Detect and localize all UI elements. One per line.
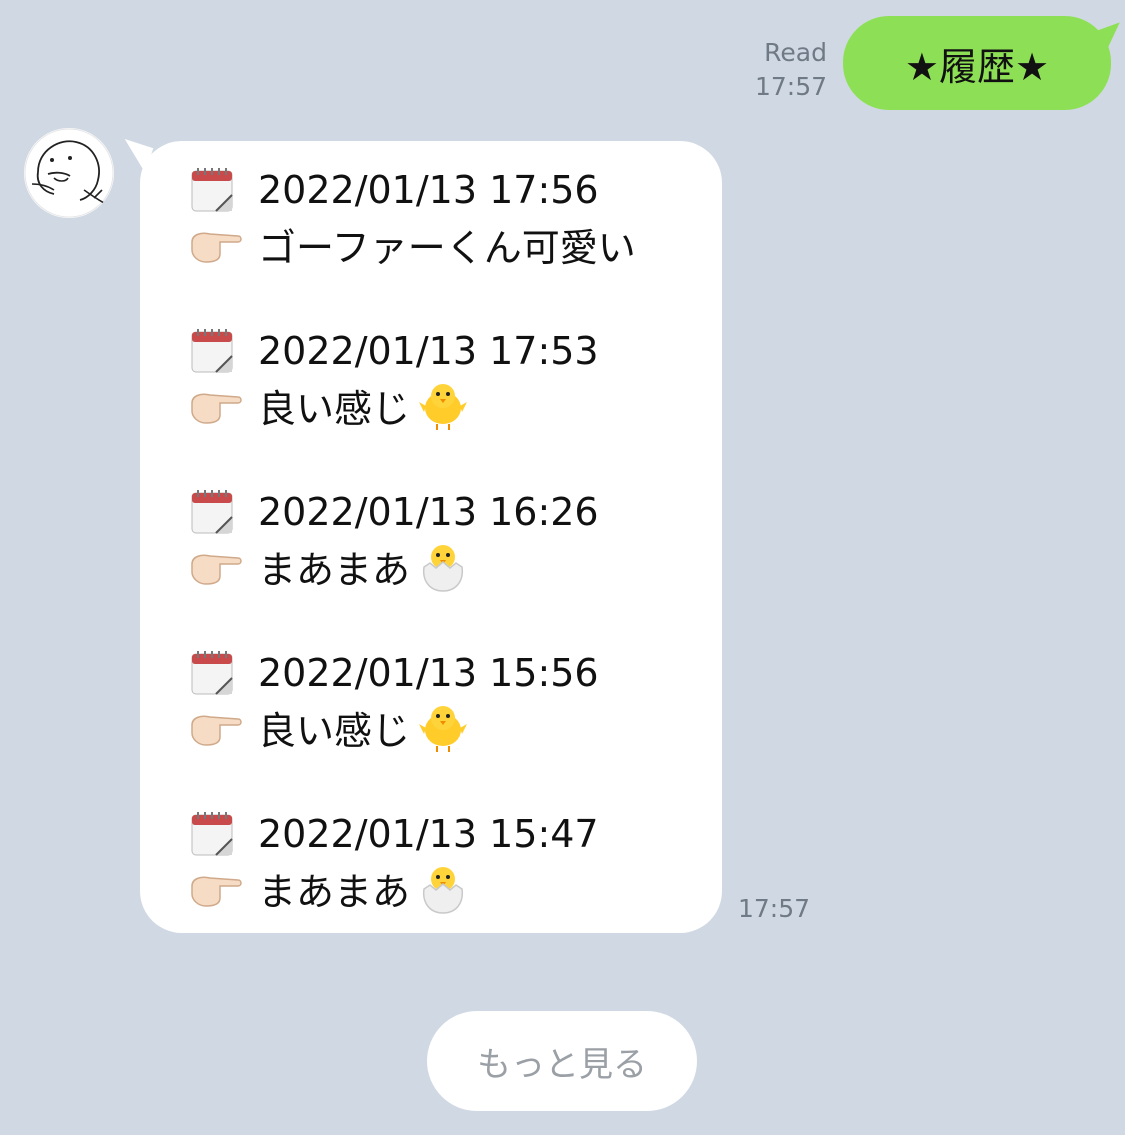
entry-datetime: 2022/01/13 15:47: [258, 812, 599, 856]
hatching-chick-icon: [416, 861, 470, 915]
entry-datetime: 2022/01/13 17:56: [258, 168, 599, 212]
history-entry: 2022/01/13 15:47 まあまあ: [188, 807, 636, 968]
history-list: 2022/01/13 17:56 ゴーファーくん可愛い 2022/01/13 1…: [188, 163, 636, 968]
outgoing-time: 17:57: [754, 72, 827, 101]
bubble-tail: [1095, 22, 1125, 56]
incoming-time: 17:57: [738, 894, 811, 923]
entry-message-line: ゴーファーくん可愛い: [188, 217, 636, 271]
pointing-hand-icon: [188, 217, 244, 271]
read-receipt: Read: [764, 38, 827, 67]
outgoing-message-row: Read 17:57 ★履歴★: [755, 16, 1125, 110]
calendar-icon: [188, 646, 244, 700]
outgoing-meta: Read 17:57: [755, 36, 827, 104]
entry-date-line: 2022/01/13 17:56: [188, 163, 636, 217]
calendar-icon: [188, 807, 244, 861]
history-entry: 2022/01/13 17:56 ゴーファーくん可愛い: [188, 163, 636, 324]
incoming-bubble[interactable]: 2022/01/13 17:56 ゴーファーくん可愛い 2022/01/13 1…: [116, 139, 722, 933]
history-entry: 2022/01/13 17:53 良い感じ: [188, 324, 636, 485]
see-more-button[interactable]: もっと見る: [427, 1011, 697, 1111]
hatching-chick-icon: [416, 539, 470, 593]
pointing-hand-icon: [188, 700, 244, 754]
calendar-icon: [188, 163, 244, 217]
entry-message-line: 良い感じ: [188, 700, 636, 754]
entry-date-line: 2022/01/13 15:56: [188, 646, 636, 700]
entry-message: ゴーファーくん可愛い: [258, 225, 636, 270]
entry-date-line: 2022/01/13 15:47: [188, 807, 636, 861]
entry-message: まあまあ: [258, 547, 411, 592]
outgoing-bubble[interactable]: ★履歴★: [843, 16, 1125, 110]
hatched-chick-icon: [416, 700, 470, 754]
pointing-hand-icon: [188, 861, 244, 915]
entry-datetime: 2022/01/13 15:56: [258, 651, 599, 695]
pointing-hand-icon: [188, 539, 244, 593]
entry-message-line: 良い感じ: [188, 378, 636, 432]
gopher-avatar-icon: [24, 128, 114, 218]
entry-message: 良い感じ: [258, 708, 411, 753]
entry-date-line: 2022/01/13 17:53: [188, 324, 636, 378]
chat-area: Read 17:57 ★履歴★ 2022/01/13 17:56 ゴーファーくん…: [0, 0, 1125, 1135]
pointing-hand-icon: [188, 378, 244, 432]
entry-date-line: 2022/01/13 16:26: [188, 485, 636, 539]
calendar-icon: [188, 324, 244, 378]
entry-message: まあまあ: [258, 869, 411, 914]
entry-datetime: 2022/01/13 17:53: [258, 329, 599, 373]
history-entry: 2022/01/13 15:56 良い感じ: [188, 646, 636, 807]
entry-datetime: 2022/01/13 16:26: [258, 490, 599, 534]
history-entry: 2022/01/13 16:26 まあまあ: [188, 485, 636, 646]
entry-message-line: まあまあ: [188, 539, 636, 593]
hatched-chick-icon: [416, 378, 470, 432]
bubble-tail: [116, 139, 154, 173]
avatar[interactable]: [24, 128, 114, 218]
outgoing-text: ★履歴★: [904, 44, 1050, 89]
calendar-icon: [188, 485, 244, 539]
entry-message-line: まあまあ: [188, 861, 636, 915]
entry-message: 良い感じ: [258, 386, 411, 431]
